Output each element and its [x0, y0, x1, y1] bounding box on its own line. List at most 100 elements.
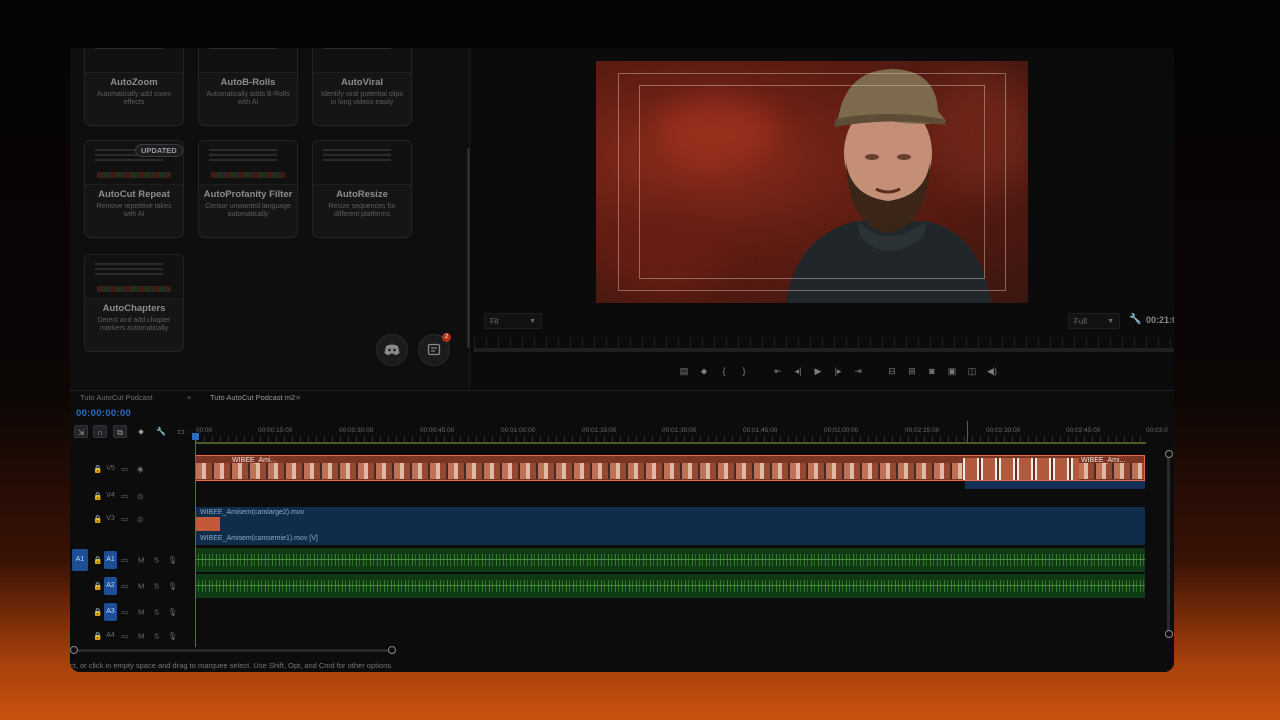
fit-select[interactable]: Fit ▼	[484, 313, 542, 329]
source-patch-a1[interactable]: A1	[72, 549, 88, 571]
nest-toggle-icon[interactable]: ⇲	[74, 425, 88, 438]
snap-magnet-icon[interactable]: ∩	[93, 425, 107, 438]
plugin-card-autoresize[interactable]: AutoResize Resize sequences for differen…	[312, 140, 412, 238]
playhead-handle[interactable]	[192, 433, 199, 440]
track-name[interactable]: A1	[104, 551, 117, 569]
timeline-horizontal-scrollbar[interactable]	[74, 649, 394, 652]
audio-clip-a1[interactable]	[195, 548, 1145, 572]
eye-icon[interactable]: ◉	[137, 465, 144, 474]
ruler-label: 00:02:30:00	[986, 427, 1021, 434]
plugin-card-autobrolls[interactable]: AutoB-Rolls Automatically adds B-Rolls w…	[198, 48, 298, 126]
lock-icon[interactable]: 🔒	[93, 465, 102, 474]
timeline-timecode[interactable]: 00:00:00:00	[76, 408, 131, 419]
plugin-thumb	[313, 48, 411, 73]
plugin-desc: Identify viral potential clips in long v…	[321, 91, 403, 106]
step-forward-icon[interactable]: |▸	[828, 366, 848, 380]
zoom-handle-left[interactable]	[70, 646, 78, 654]
discord-button[interactable]	[376, 334, 408, 366]
microphone-icon[interactable]: 🎙	[168, 632, 178, 641]
mute-icon[interactable]: M	[138, 582, 144, 591]
sync-lock-icon[interactable]: ▭	[121, 465, 128, 474]
track-name[interactable]: V3	[104, 510, 117, 528]
mark-out-icon[interactable]: }	[734, 366, 754, 380]
go-to-out-icon[interactable]: ⇥	[848, 366, 868, 380]
track-name[interactable]: A2	[104, 577, 117, 595]
quality-select[interactable]: Full ▼	[1068, 313, 1120, 329]
eye-off-icon[interactable]: ◎	[137, 515, 144, 524]
lock-icon[interactable]: 🔒	[93, 492, 102, 501]
mute-icon[interactable]: M	[138, 632, 144, 641]
step-back-icon[interactable]: ◂|	[788, 366, 808, 380]
sync-lock-icon[interactable]: ▭	[121, 582, 128, 591]
zoom-handle-right[interactable]	[388, 646, 396, 654]
captions-icon[interactable]: ▭	[174, 425, 188, 438]
track-name[interactable]: A4	[104, 627, 117, 645]
clip-v3[interactable]: WIBEE_Amisem(camlarge2).mov WIBEE_Amisem…	[195, 507, 1145, 545]
clip-thumbnail	[196, 517, 220, 531]
clip-v5-selected[interactable]: WIBEE_Ami... WIBEE_Ami...	[195, 455, 1145, 481]
lock-icon[interactable]: 🔒	[93, 608, 102, 617]
tab-sequence-1[interactable]: Tuto AutoCut Podcast	[80, 393, 153, 402]
messages-button[interactable]: 2	[418, 333, 451, 366]
solo-icon[interactable]: S	[154, 556, 159, 565]
lock-icon[interactable]: 🔒	[93, 632, 102, 641]
mark-in-icon[interactable]: {	[714, 366, 734, 380]
solo-icon[interactable]: S	[154, 582, 159, 591]
sync-lock-icon[interactable]: ▭	[121, 608, 128, 617]
plugin-card-autozoom[interactable]: AutoZoom Automatically add zoom effects	[84, 48, 184, 126]
sync-lock-icon[interactable]: ▭	[121, 632, 128, 641]
lock-icon[interactable]: 🔒	[93, 556, 102, 565]
settings-wrench-icon[interactable]: 🔧	[1129, 314, 1141, 325]
solo-icon[interactable]: S	[154, 608, 159, 617]
plugin-thumb	[199, 48, 297, 73]
mute-icon[interactable]: M	[138, 608, 144, 617]
plugin-card-autochapters[interactable]: AutoChapters Detect and add chapter mark…	[84, 254, 184, 352]
add-marker-icon[interactable]: ⬥	[694, 366, 714, 380]
camera-icon[interactable]: ◙	[922, 366, 942, 380]
plugin-card-autoviral[interactable]: AutoViral Identify viral potential clips…	[312, 48, 412, 126]
solo-icon[interactable]: S	[154, 632, 159, 641]
vscroll-handle-bottom[interactable]	[1165, 630, 1173, 638]
vr-icon[interactable]: ◫	[962, 366, 982, 380]
overwrite-icon[interactable]: ⊞	[902, 366, 922, 380]
plugin-card-autoprofanity[interactable]: AutoProfanity Filter Censor unwanted lan…	[198, 140, 298, 238]
plugin-panel-scrollbar[interactable]	[467, 148, 470, 348]
plugin-card-autocut-repeat[interactable]: UPDATED AutoCut Repeat Remove repetitive…	[84, 140, 184, 238]
monitor-timecode[interactable]: 00:21:0	[1146, 315, 1174, 325]
track-name[interactable]: A3	[104, 603, 117, 621]
sync-lock-icon[interactable]: ▭	[121, 515, 128, 524]
plugin-title: AutoViral	[340, 77, 384, 88]
lift-icon[interactable]: ▤	[674, 366, 694, 380]
volume-icon[interactable]: ◀)	[982, 366, 1002, 380]
tab-sequence-2[interactable]: Tuto AutoCut Podcast m2	[210, 393, 295, 402]
mute-icon[interactable]: M	[138, 556, 144, 565]
track-name[interactable]: V5	[104, 460, 117, 478]
track-name[interactable]: V4	[104, 487, 117, 505]
lock-icon[interactable]: 🔒	[93, 515, 102, 524]
timeline-vertical-scrollbar[interactable]	[1167, 453, 1170, 633]
microphone-icon[interactable]: 🎙	[168, 556, 178, 565]
ruler-label: 00:02:15:00	[905, 427, 940, 434]
comparison-view-icon[interactable]: ▣	[942, 366, 962, 380]
playhead-line[interactable]	[195, 435, 196, 647]
sync-lock-icon[interactable]: ▭	[121, 492, 128, 501]
work-area-bar[interactable]	[196, 442, 1146, 444]
linked-selection-icon[interactable]: ⧉	[113, 425, 127, 438]
play-icon[interactable]: ▶	[808, 366, 828, 380]
add-marker-icon[interactable]: ⬥	[134, 425, 148, 438]
audio-clip-a2[interactable]	[195, 574, 1145, 598]
wrench-icon[interactable]: 🔧	[154, 425, 168, 438]
lock-icon[interactable]: 🔒	[93, 582, 102, 591]
eye-off-icon[interactable]: ◎	[137, 492, 144, 501]
sync-lock-icon[interactable]: ▭	[121, 556, 128, 565]
ruler-label: 00:01:15:00	[582, 427, 617, 434]
microphone-icon[interactable]: 🎙	[168, 608, 178, 617]
microphone-icon[interactable]: 🎙	[168, 582, 178, 591]
monitor-time-ruler[interactable]	[474, 338, 1174, 352]
close-icon[interactable]: ×	[187, 393, 191, 402]
insert-icon[interactable]: ⊟	[882, 366, 902, 380]
vscroll-handle-top[interactable]	[1165, 450, 1173, 458]
menu-icon[interactable]: ≡	[296, 393, 300, 402]
go-to-in-icon[interactable]: ⇤	[768, 366, 788, 380]
video-preview[interactable]	[596, 61, 1028, 303]
